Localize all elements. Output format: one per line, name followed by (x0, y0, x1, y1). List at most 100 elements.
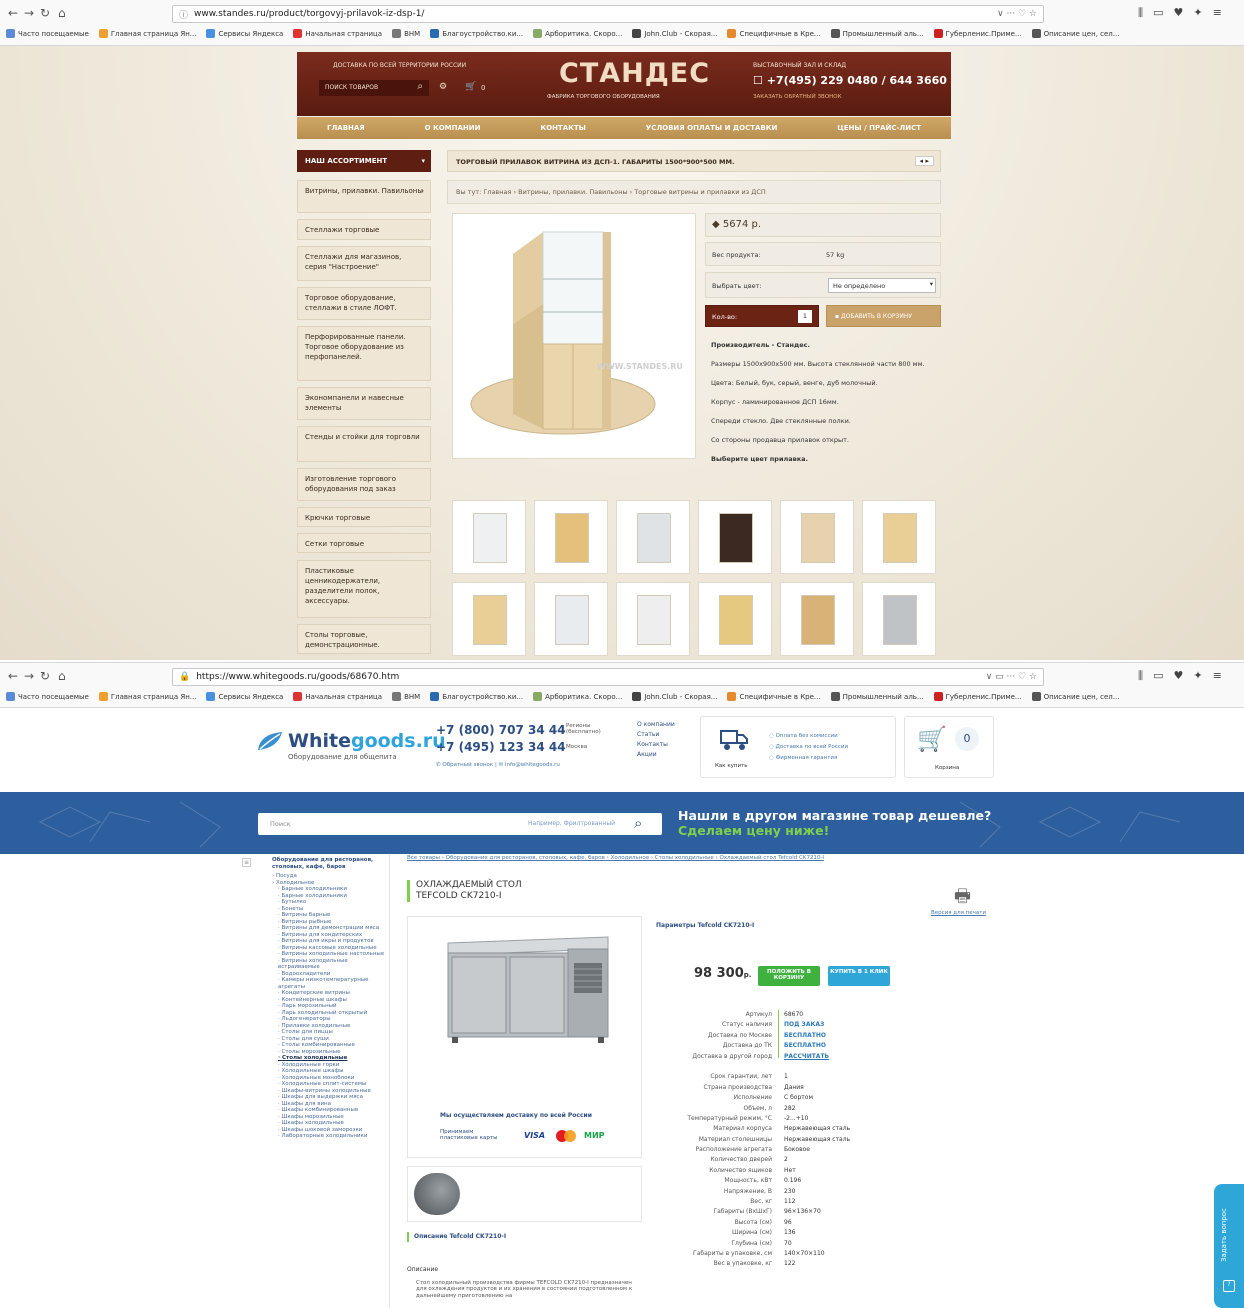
home-icon[interactable]: ⌂ (58, 669, 66, 683)
phone-2[interactable]: +7 (495) 123 34 44 (436, 740, 566, 754)
product-thumbnail[interactable] (534, 582, 608, 656)
pocket-icon[interactable]: ♥ (1173, 669, 1183, 682)
menu-item[interactable]: О КОМПАНИИ (425, 124, 481, 132)
sidebar-item[interactable]: Экономпанели и навесные элементы (297, 387, 431, 420)
product-thumbnail[interactable] (780, 500, 854, 574)
spec-value[interactable]: БЕСПЛАТНО (768, 1041, 998, 1051)
add-to-cart-button[interactable]: ПОЛОЖИТЬ В КОРЗИНУ (758, 966, 820, 986)
breadcrumb-text[interactable]: Вы тут: Главная › Витрины, прилавки. Пав… (456, 188, 766, 196)
sidebar-item[interactable]: Сетки торговые (297, 533, 431, 553)
sidebar-item[interactable]: Столы торговые, демонстрационные. (297, 624, 431, 654)
bookmark-item[interactable]: Арборитика. Скоро... (533, 692, 622, 701)
phone-1[interactable]: +7 (800) 707 34 44 (436, 723, 566, 737)
sidebar-toggle[interactable]: ≡ (242, 858, 251, 867)
bookmark-item[interactable]: Губерленис.Приме... (933, 29, 1022, 38)
callback-link[interactable]: Обратный звонок (442, 762, 493, 768)
sidebar-item[interactable]: Стеллажи торговые (297, 219, 431, 240)
product-thumbnail[interactable] (452, 500, 526, 574)
address-bar[interactable]: ⓘ www.standes.ru/product/torgovyj-prilav… (172, 5, 1044, 23)
menu-item[interactable]: ГЛАВНАЯ (327, 124, 365, 132)
product-thumbnail[interactable] (616, 500, 690, 574)
extension-icon[interactable]: ✦ (1193, 6, 1202, 19)
bookmark-item[interactable]: John.Club - Скорая... (632, 29, 717, 38)
bookmark-item[interactable]: Губерленис.Приме... (933, 692, 1022, 701)
bookmark-item[interactable]: Промышленный аль... (830, 692, 924, 701)
sidebar-category[interactable]: · Лабораторные холодильники (272, 1133, 389, 1140)
gear-icon[interactable]: ⚙ (439, 82, 447, 92)
spec-value[interactable]: ПОД ЗАКАЗ (768, 1020, 998, 1030)
sidebar-category[interactable]: · Витрины холодильные встраиваемые (272, 958, 389, 971)
site-logo[interactable]: СТАНДЕС (559, 58, 710, 89)
sidebar-item[interactable]: Крючки торговые (297, 507, 431, 527)
product-photo-box[interactable]: Мы осуществляем доставку по всей России … (407, 916, 642, 1158)
bookmark-item[interactable]: John.Club - Скорая... (632, 692, 717, 701)
sidebar-item[interactable]: Витрины, прилавки. Павильоны › (297, 180, 431, 213)
back-icon[interactable]: ← (8, 6, 18, 20)
sidebar-item[interactable]: Торговое оборудование, стеллажи в стиле … (297, 287, 431, 320)
bookmark-item[interactable]: Арборитика. Скоро... (533, 29, 622, 38)
spec-value[interactable]: БЕСПЛАТНО (768, 1031, 998, 1041)
bookmark-item[interactable]: Промышленный аль... (830, 29, 924, 38)
email-link[interactable]: info@whitegoods.ru (505, 762, 560, 768)
bookmark-item[interactable]: Часто посещаемые (6, 29, 89, 38)
product-image[interactable]: WWW.STANDES.RU (452, 213, 696, 459)
back-icon[interactable]: ← (8, 669, 18, 683)
bookmark-item[interactable]: ВНМ (392, 29, 420, 38)
product-thumbnail[interactable] (414, 1173, 460, 1215)
wg-logo[interactable] (256, 730, 284, 755)
forward-icon[interactable]: → (24, 6, 34, 20)
product-thumbnail[interactable] (862, 500, 936, 574)
library-icon[interactable]: ⫼ (1138, 6, 1143, 19)
menu-icon[interactable]: ≡ (1213, 669, 1222, 682)
cart-box[interactable]: 🛒 0 Корзина (904, 716, 994, 778)
home-icon[interactable]: ⌂ (58, 6, 66, 20)
address-bar-2[interactable]: 🔒 https://www.whitegoods.ru/goods/68670.… (172, 668, 1044, 686)
pocket-icon[interactable]: ♥ (1173, 6, 1183, 19)
wg-breadcrumb[interactable]: Все товары › Оборудование для ресторанов… (407, 855, 997, 861)
sidebar-item[interactable]: Стенды и стойки для торговли (297, 426, 431, 462)
page-actions-icon[interactable]: ∨ ··· ♡ ☆ (997, 9, 1037, 19)
header-link[interactable]: Контакты (637, 740, 675, 750)
page-actions-icon[interactable]: ∨ ▭ ··· ♡ ☆ (986, 672, 1037, 682)
spec-value[interactable]: РАССЧИТАТЬ (768, 1052, 998, 1062)
library-icon[interactable]: ⫼ (1138, 669, 1143, 682)
buy-one-click-button[interactable]: КУПИТЬ В 1 КЛИК (828, 966, 890, 986)
color-select[interactable]: Не определено ▾ (828, 278, 936, 293)
extension-icon[interactable]: ✦ (1193, 669, 1202, 682)
bookmark-item[interactable]: Специфичные в Кре... (727, 692, 821, 701)
prev-next-buttons[interactable]: ◂ ▸ (914, 156, 934, 166)
sidebar-item[interactable]: Пластиковые ценникодержатели, разделител… (297, 560, 431, 618)
product-thumbnail[interactable] (452, 582, 526, 656)
bookmark-item[interactable]: Начальная страница (293, 692, 382, 701)
bookmark-item[interactable]: Благоустройство.ки... (430, 692, 523, 701)
bookmark-item[interactable]: Главная страница Ян... (98, 692, 196, 701)
how-to-buy[interactable]: Как купить (715, 763, 748, 769)
header-link[interactable]: Акции (637, 750, 675, 760)
menu-item[interactable]: ЦЕНЫ / ПРАЙС-ЛИСТ (837, 124, 921, 132)
bookmark-item[interactable]: Описание цен, сел... (1031, 692, 1119, 701)
search-icon[interactable]: ⌕ (634, 814, 642, 832)
search-box[interactable]: ПОИСК ТОВАРОВ ⌕ (319, 80, 429, 96)
sidebar-icon[interactable]: ▭ (1153, 669, 1163, 682)
product-thumbnail[interactable] (616, 582, 690, 656)
sidebar-title[interactable]: Оборудование для ресторанов, столовых, к… (272, 857, 389, 870)
bookmark-item[interactable]: Главная страница Ян... (98, 29, 196, 38)
cart-icon[interactable]: 🛒 (465, 82, 476, 92)
forward-icon[interactable]: → (24, 669, 34, 683)
header-link[interactable]: О компании (637, 720, 675, 730)
search-icon[interactable]: ⌕ (417, 81, 423, 92)
menu-icon[interactable]: ≡ (1213, 6, 1222, 19)
quantity-input[interactable]: 1 (798, 310, 812, 323)
product-thumbnail[interactable] (698, 582, 772, 656)
menu-item[interactable]: КОНТАКТЫ (540, 124, 585, 132)
bookmark-item[interactable]: Описание цен, сел... (1031, 29, 1119, 38)
product-thumbnail[interactable] (862, 582, 936, 656)
add-to-cart-button[interactable]: ▪ ДОБАВИТЬ В КОРЗИНУ (826, 305, 941, 327)
reload-icon[interactable]: ↻ (40, 669, 50, 683)
print-link[interactable]: Версия для печати (931, 910, 986, 916)
bookmark-item[interactable]: Начальная страница (293, 29, 382, 38)
bookmark-item[interactable]: Благоустройство.ки... (430, 29, 523, 38)
reload-icon[interactable]: ↻ (40, 6, 50, 20)
bookmark-item[interactable]: Сервисы Яндекса (206, 692, 283, 701)
product-thumbnail[interactable] (698, 500, 772, 574)
